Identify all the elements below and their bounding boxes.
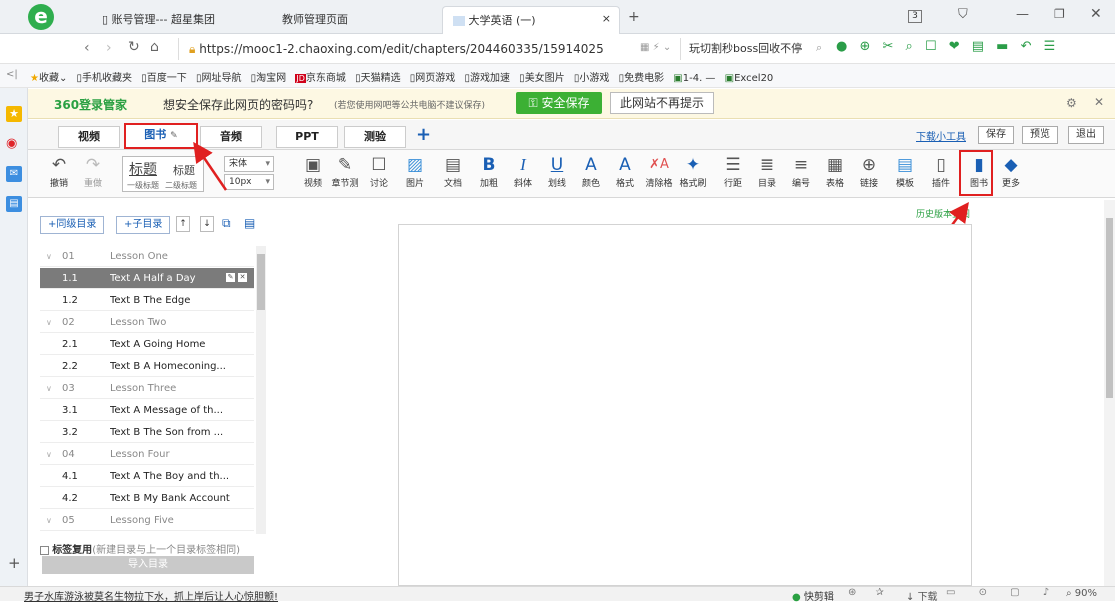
section-row[interactable]: 1.1 Text A Half a Day ✎ ✕ — [40, 268, 254, 289]
checkbox-icon[interactable] — [40, 545, 49, 555]
collapse-icon: ∨ — [46, 450, 52, 459]
collapse-icon: ∨ — [46, 516, 52, 525]
collapse-icon: ∨ — [46, 252, 52, 261]
chapter-row[interactable]: ∨ 02 Lesson Two — [40, 312, 254, 333]
copy-icon[interactable]: ⧉ — [222, 216, 231, 231]
status-tools-icons[interactable]: ▭ ⊙ ▢ ♪ — [946, 587, 1059, 598]
zoom-level[interactable]: ⌕ 90% — [1066, 588, 1097, 599]
section-row[interactable]: 3.1 Text A Message of th... — [40, 400, 254, 421]
chapter-list: ∨ 01 Lesson One 1.1 Text A Half a Day ✎ ✕ 1… — [40, 246, 254, 534]
main-scrollbar[interactable] — [1104, 200, 1115, 586]
status-bar: 男子水库游泳被莫名生物拉下水，抓上岸后让人心惊胆颤! ● 快剪辑 ⊛ ✰ ↓ 下… — [0, 586, 1115, 603]
scrollbar-thumb[interactable] — [257, 254, 265, 310]
chapter-row[interactable]: ∨ 01 Lesson One — [40, 246, 254, 267]
move-down-icon[interactable]: ↓ — [200, 216, 214, 232]
scrollbar-thumb[interactable] — [1106, 218, 1113, 398]
move-up-icon[interactable]: ↑ — [176, 216, 190, 232]
chapter-row[interactable]: ∨ 05 Lessong Five — [40, 510, 254, 531]
chapter-row[interactable]: ∨ 03 Lesson Three — [40, 378, 254, 399]
section-row[interactable]: 1.2 Text B The Edge — [40, 290, 254, 311]
section-row[interactable]: 2.2 Text B A Homeconing... — [40, 356, 254, 377]
chapter-sidebar: +同级目录 +子目录 ↑ ↓ ⧉ ▤ ∨ 01 Lesson One 1.1 Text… — [40, 208, 268, 580]
arrow-to-book-tab — [193, 141, 228, 191]
section-row[interactable]: 3.2 Text B The Son from ... — [40, 422, 254, 443]
section-row[interactable]: 4.1 Text A The Boy and th... — [40, 466, 254, 487]
import-icon[interactable]: ▤ — [244, 216, 255, 230]
section-row[interactable]: 2.1 Text A Going Home — [40, 334, 254, 355]
add-sibling-button[interactable]: +同级目录 — [40, 216, 105, 234]
play-icon: ● — [792, 592, 801, 603]
import-catalog-button[interactable]: 导入目录 — [42, 556, 254, 574]
collapse-icon: ∨ — [46, 384, 52, 393]
editor-canvas[interactable] — [398, 224, 972, 586]
delete-icon[interactable]: ✕ — [238, 273, 247, 282]
collapse-icon: ∨ — [46, 318, 52, 327]
section-row[interactable]: 4.2 Text B My Bank Account — [40, 488, 254, 509]
tag-reuse-option[interactable]: 标签复用(新建目录与上一个目录标签相同) — [40, 541, 240, 556]
edit-icon[interactable]: ✎ — [226, 273, 235, 282]
chapter-row[interactable]: ∨ 04 Lesson Four — [40, 444, 254, 465]
sidebar-scrollbar[interactable] — [256, 246, 266, 534]
add-child-button[interactable]: +子目录 — [116, 216, 171, 234]
status-icons[interactable]: ⊛ ✰ — [848, 587, 892, 598]
